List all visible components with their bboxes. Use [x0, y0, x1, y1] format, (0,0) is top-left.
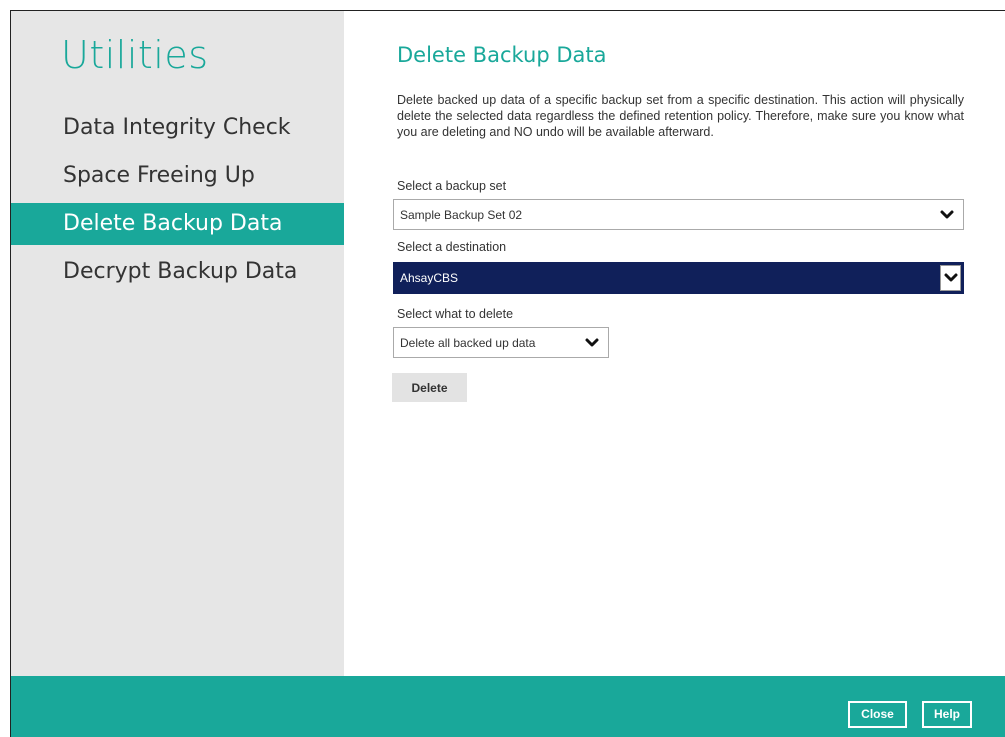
- what-to-delete-value: Delete all backed up data: [400, 335, 536, 350]
- sidebar: Utilities Data Integrity Check Space Fre…: [11, 11, 344, 676]
- chevron-down-icon: [585, 338, 599, 346]
- what-to-delete-select[interactable]: Delete all backed up data: [393, 327, 609, 358]
- backup-set-select[interactable]: Sample Backup Set 02: [393, 199, 964, 230]
- sidebar-title: Utilities: [61, 33, 209, 77]
- destination-value: AhsayCBS: [400, 271, 459, 285]
- backup-set-value: Sample Backup Set 02: [400, 207, 523, 222]
- sidebar-item-decrypt-backup-data[interactable]: Decrypt Backup Data: [11, 251, 344, 293]
- destination-label: Select a destination: [397, 240, 507, 254]
- description-text: Delete backed up data of a specific back…: [397, 93, 964, 139]
- sidebar-item-space-freeing-up[interactable]: Space Freeing Up: [11, 155, 344, 197]
- chevron-down-icon: [940, 210, 954, 218]
- sidebar-item-data-integrity-check[interactable]: Data Integrity Check: [11, 107, 344, 149]
- chevron-down-icon: [944, 273, 958, 282]
- delete-button[interactable]: Delete: [392, 373, 467, 402]
- backup-set-label: Select a backup set: [397, 179, 507, 193]
- footer-bar: Close Help: [11, 676, 1005, 737]
- destination-select[interactable]: AhsayCBS: [393, 262, 964, 294]
- dropdown-button: [940, 265, 961, 291]
- page-title: Delete Backup Data: [397, 43, 607, 67]
- close-button[interactable]: Close: [848, 701, 907, 728]
- what-to-delete-label: Select what to delete: [397, 307, 514, 321]
- help-button[interactable]: Help: [922, 701, 972, 728]
- sidebar-item-delete-backup-data[interactable]: Delete Backup Data: [11, 203, 344, 245]
- main-panel: Delete Backup Data Delete backed up data…: [344, 11, 1005, 676]
